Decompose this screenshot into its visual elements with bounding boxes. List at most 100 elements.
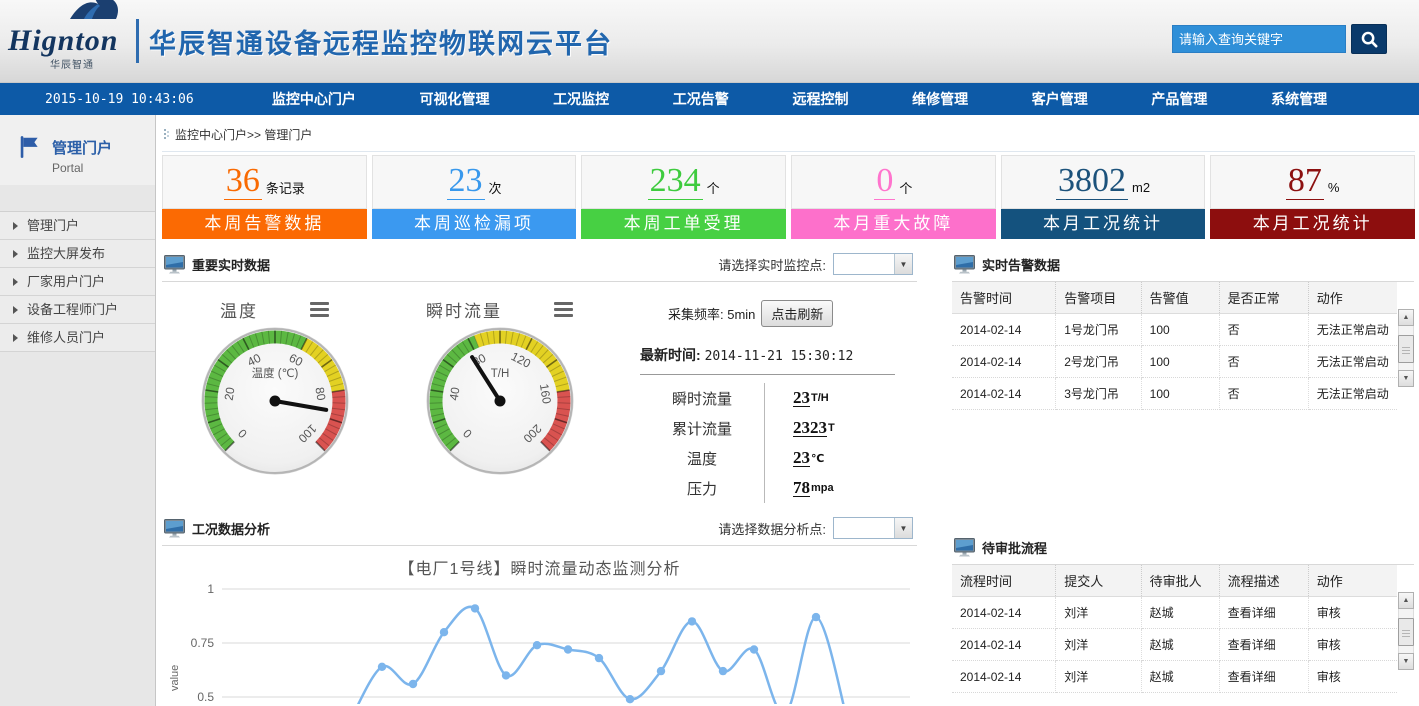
scrollbar-track[interactable]: [1398, 326, 1414, 370]
table-row[interactable]: 2014-02-14刘洋赵城查看详细审核: [952, 597, 1397, 629]
stat-card-label[interactable]: 本月工况统计: [1210, 209, 1415, 239]
chart-menu-icon[interactable]: [310, 302, 329, 317]
sidebar: 管理门户 Portal 管理门户监控大屏发布厂家用户门户设备工程师门户维修人员门…: [0, 115, 156, 706]
stat-card-label[interactable]: 本月工况统计: [1001, 209, 1206, 239]
stat-card-label[interactable]: 本周巡检漏项: [372, 209, 577, 239]
table-cell[interactable]: 查看详细: [1219, 661, 1308, 693]
table-cell: 无法正常启动: [1308, 346, 1397, 378]
latest-time-label: 最新时间:: [640, 347, 701, 363]
nav-item-4[interactable]: 远程控制: [792, 89, 848, 109]
column-header: 告警项目: [1056, 282, 1141, 314]
logo[interactable]: Hignton 华辰智通: [0, 12, 130, 71]
stat-card-label[interactable]: 本周工单受理: [581, 209, 786, 239]
gauge-title: 温度: [220, 297, 258, 322]
table-cell: 刘洋: [1056, 661, 1141, 693]
stat-value: 87: [1286, 164, 1324, 200]
scroll-up-icon[interactable]: ▲: [1398, 309, 1414, 326]
nav-item-0[interactable]: 监控中心门户: [272, 89, 356, 109]
table-row[interactable]: 2014-02-14刘洋赵城查看详细审核: [952, 661, 1397, 693]
stat-card-5: 87%本月工况统计: [1210, 155, 1415, 239]
table-cell: 100: [1141, 378, 1219, 410]
sidebar-item-3[interactable]: 设备工程师门户: [0, 296, 155, 324]
nav-item-1[interactable]: 可视化管理: [419, 89, 489, 109]
stat-value-area: 3802m2: [1001, 155, 1206, 209]
approval-table-scrollbar[interactable]: ▲ ▼: [1398, 592, 1414, 670]
table-row[interactable]: 2014-02-143号龙门吊100否无法正常启动: [952, 378, 1397, 410]
realtime-panel-body: 温度020406080100温度 (℃)瞬时流量04080120160200T/…: [162, 282, 917, 513]
nav-item-8[interactable]: 系统管理: [1271, 89, 1327, 109]
sidebar-item-1[interactable]: 监控大屏发布: [0, 240, 155, 268]
sidebar-item-2[interactable]: 厂家用户门户: [0, 268, 155, 296]
refresh-button[interactable]: 点击刷新: [761, 300, 833, 327]
stat-value-area: 234个: [581, 155, 786, 209]
gauge-title: 瞬时流量: [426, 297, 502, 322]
stat-value: 0: [874, 164, 895, 200]
table-cell: 赵城: [1141, 597, 1219, 629]
nav-item-6[interactable]: 客户管理: [1032, 89, 1088, 109]
stat-value-area: 87%: [1210, 155, 1415, 209]
svg-text:80: 80: [312, 386, 328, 402]
scrollbar-thumb[interactable]: [1398, 618, 1414, 646]
analysis-panel-title: 工况数据分析: [192, 519, 270, 538]
table-cell: 2014-02-14: [952, 661, 1056, 693]
search-button[interactable]: [1351, 24, 1387, 54]
table-cell[interactable]: 查看详细: [1219, 629, 1308, 661]
readout-label: 瞬时流量: [640, 388, 764, 409]
stat-unit: 个: [707, 178, 720, 197]
stat-card-label[interactable]: 本月重大故障: [791, 209, 996, 239]
table-cell[interactable]: 审核: [1308, 597, 1397, 629]
gauge-dial: 04080120160200T/H: [425, 326, 575, 476]
scroll-down-icon[interactable]: ▼: [1398, 653, 1414, 670]
sidebar-item-0[interactable]: 管理门户: [0, 212, 155, 240]
gauges-area: 温度020406080100温度 (℃)瞬时流量04080120160200T/…: [162, 286, 612, 503]
table-row[interactable]: 2014-02-142号龙门吊100否无法正常启动: [952, 346, 1397, 378]
left-column: 重要实时数据 请选择实时监控点: ▼ 温度020406080100温度 (℃)瞬…: [162, 249, 917, 706]
svg-text:20: 20: [221, 386, 237, 402]
monitor-icon: [164, 255, 185, 274]
stat-unit: 个: [899, 178, 912, 197]
navbar-timestamp: 2015-10-19 10:43:06: [0, 92, 240, 107]
table-row[interactable]: 2014-02-141号龙门吊100否无法正常启动: [952, 314, 1397, 346]
nav-item-2[interactable]: 工况监控: [553, 89, 609, 109]
nav-item-7[interactable]: 产品管理: [1151, 89, 1207, 109]
nav-item-3[interactable]: 工况告警: [673, 89, 729, 109]
analysis-panel-header: 工况数据分析 请选择数据分析点: ▼: [162, 513, 917, 546]
stat-card-label[interactable]: 本周告警数据: [162, 209, 367, 239]
stat-card-0: 36条记录本周告警数据: [162, 155, 367, 239]
scroll-up-icon[interactable]: ▲: [1398, 592, 1414, 609]
readout-label: 累计流量: [640, 418, 764, 439]
scrollbar-thumb[interactable]: [1398, 335, 1414, 363]
svg-text:40: 40: [446, 386, 462, 402]
table-row[interactable]: 2014-02-14刘洋赵城查看详细审核: [952, 629, 1397, 661]
column-header: 提交人: [1056, 565, 1141, 597]
table-cell: 赵城: [1141, 661, 1219, 693]
scroll-down-icon[interactable]: ▼: [1398, 370, 1414, 387]
monitor-point-select[interactable]: ▼: [833, 253, 913, 275]
chart-menu-icon[interactable]: [554, 302, 573, 317]
readout-value: 23: [793, 449, 810, 467]
table-cell[interactable]: 查看详细: [1219, 597, 1308, 629]
table-cell: 无法正常启动: [1308, 314, 1397, 346]
scrollbar-track[interactable]: [1398, 609, 1414, 653]
table-cell: 刘洋: [1056, 597, 1141, 629]
portal-subtitle: Portal: [52, 161, 112, 175]
table-header-row: 告警时间告警项目告警值是否正常动作: [952, 282, 1397, 314]
table-cell: 1号龙门吊: [1056, 314, 1141, 346]
readout-row-2: 温度23℃: [640, 443, 917, 473]
table-cell: 无法正常启动: [1308, 378, 1397, 410]
search-input[interactable]: [1172, 25, 1346, 53]
table-cell[interactable]: 审核: [1308, 629, 1397, 661]
logo-divider: [136, 19, 139, 63]
nav-item-5[interactable]: 维修管理: [912, 89, 968, 109]
stat-card-1: 23次本周巡检漏项: [372, 155, 577, 239]
table-cell: 2014-02-14: [952, 314, 1056, 346]
table-cell: 2014-02-14: [952, 378, 1056, 410]
analysis-point-select[interactable]: ▼: [833, 517, 913, 539]
stat-value-area: 0个: [791, 155, 996, 209]
sidebar-item-4[interactable]: 维修人员门户: [0, 324, 155, 352]
alarm-table-scrollbar[interactable]: ▲ ▼: [1398, 309, 1414, 387]
monitor-icon: [954, 255, 975, 274]
table-cell[interactable]: 审核: [1308, 661, 1397, 693]
stat-unit: %: [1328, 180, 1340, 195]
breadcrumb-text: 监控中心门户>> 管理门户: [175, 126, 312, 143]
